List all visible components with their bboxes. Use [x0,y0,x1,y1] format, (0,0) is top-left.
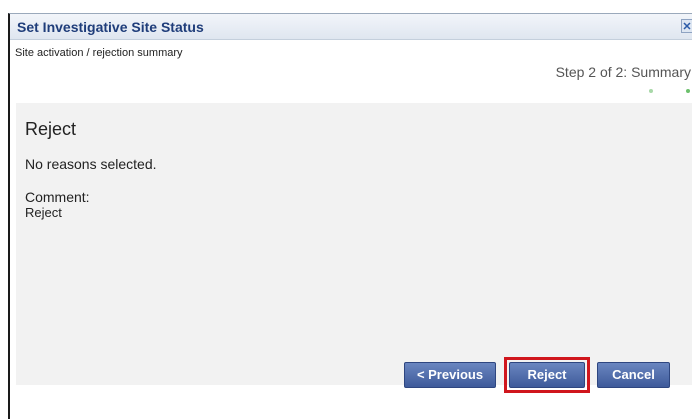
step-indicator-label: Step 2 of 2: Summary [555,64,691,80]
reasons-text: No reasons selected. [25,156,157,172]
dialog-titlebar: Set Investigative Site Status ✕ [10,14,692,40]
dialog-subtitle: Site activation / rejection summary [15,47,183,59]
step-1-dot [649,89,653,93]
summary-panel: Reject No reasons selected. Comment: Rej… [16,103,692,385]
comment-label: Comment: [25,189,90,205]
dialog-title: Set Investigative Site Status [17,19,204,35]
close-icon[interactable]: ✕ [681,19,692,33]
summary-heading: Reject [25,119,77,139]
comment-value: Reject [25,205,62,220]
set-site-status-dialog: Set Investigative Site Status ✕ Site act… [8,13,692,419]
step-2-dot [686,89,690,93]
previous-button[interactable]: < Previous [404,362,496,388]
cancel-button[interactable]: Cancel [597,362,670,388]
reject-highlight-box [504,357,590,393]
